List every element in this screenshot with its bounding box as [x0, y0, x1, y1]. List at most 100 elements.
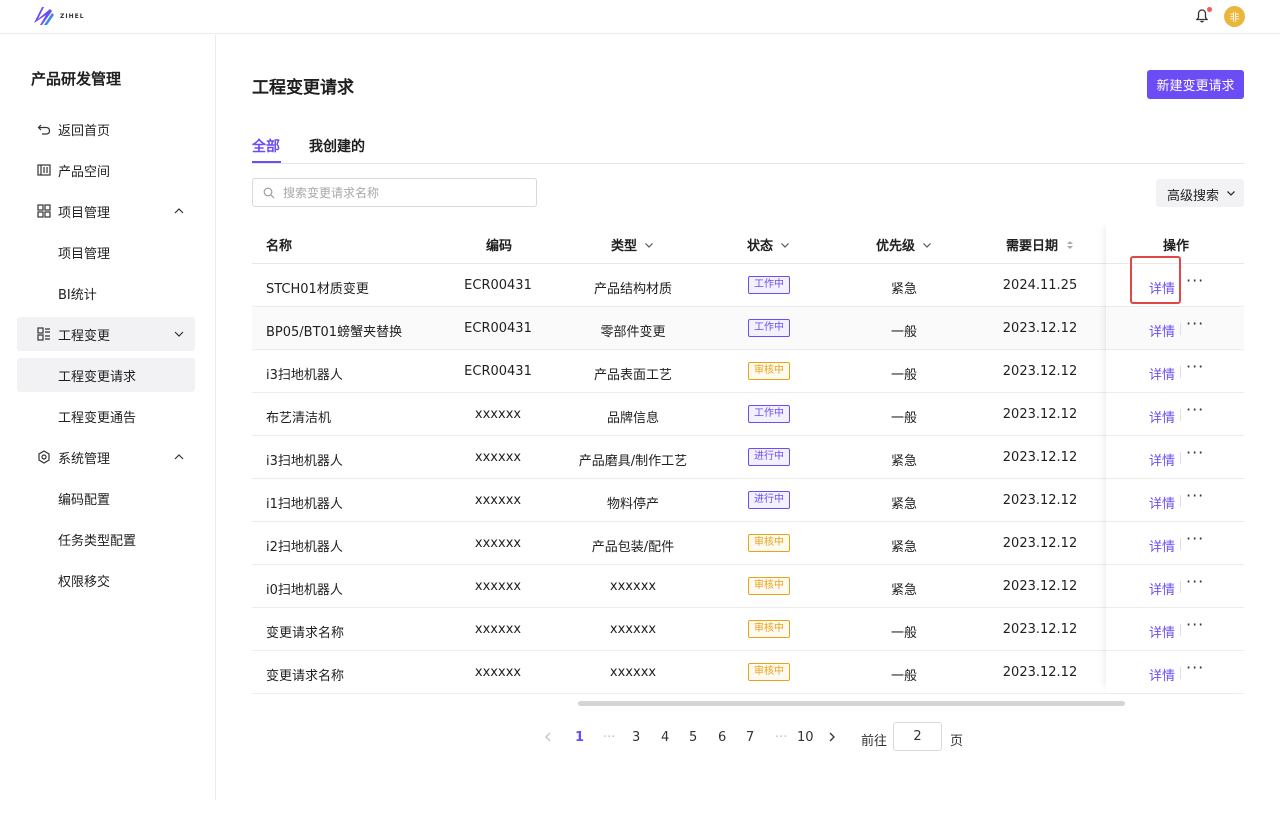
search-icon — [263, 187, 275, 199]
page-ellipsis[interactable]: ··· — [603, 730, 615, 745]
filter-chevron-icon[interactable] — [922, 240, 932, 250]
more-actions-icon[interactable]: ··· — [1186, 271, 1204, 290]
sidebar-item-home[interactable]: 返回首页 — [17, 112, 195, 146]
more-actions-icon[interactable]: ··· — [1186, 400, 1204, 419]
status-badge: 工作中 — [748, 405, 790, 423]
table-row[interactable]: STCH01材质变更 ECR00431 产品结构材质 工作中 紧急 2024.11.25 详… — [252, 264, 1244, 307]
detail-link[interactable]: 详情 — [1149, 364, 1175, 383]
table-row[interactable]: BP05/BT01螃蟹夹替换 ECR00431 零部件变更 工作中 一般 2023.12.… — [252, 307, 1244, 350]
cell-priority: 紧急 — [890, 540, 918, 555]
page-number[interactable]: 6 — [718, 730, 726, 745]
page-number[interactable]: 1 — [575, 730, 584, 745]
more-actions-icon[interactable]: ··· — [1186, 658, 1204, 677]
goto-label: 前往 — [861, 734, 888, 749]
detail-link[interactable]: 详情 — [1149, 579, 1175, 598]
cell-name: i0扫地机器人 — [266, 583, 343, 598]
column-header-label: 需要日期 — [1006, 239, 1059, 254]
sidebar-item-change-notice[interactable]: 工程变更通告 — [17, 399, 195, 433]
sidebar-item-code-config[interactable]: 编码配置 — [17, 481, 195, 515]
action-divider — [1180, 538, 1181, 550]
sidebar-item-label: 产品空间 — [58, 164, 111, 180]
column-header-due-date[interactable]: 需要日期 — [1006, 235, 1075, 254]
more-actions-icon[interactable]: ··· — [1186, 529, 1204, 548]
sidebar-item-change-request[interactable]: 工程变更请求 — [17, 358, 195, 392]
more-actions-icon[interactable]: ··· — [1186, 615, 1204, 634]
brand-logo[interactable]: ZIHEL — [30, 3, 85, 29]
cell-type: 产品结构材质 — [593, 282, 673, 297]
sidebar-item-task-type-config[interactable]: 任务类型配置 — [17, 522, 195, 556]
action-divider — [1180, 624, 1181, 636]
table-row[interactable]: i0扫地机器人 xxxxxx xxxxxx 审核中 紧急 2023.12.12 详情 ··· — [252, 565, 1244, 608]
horizontal-scrollbar[interactable] — [578, 701, 1125, 706]
tab-all[interactable]: 全部 — [252, 136, 280, 156]
page-number[interactable]: 4 — [661, 730, 669, 745]
cell-code: xxxxxx — [474, 622, 522, 637]
cell-priority: 紧急 — [890, 583, 918, 598]
table-row[interactable]: i1扫地机器人 xxxxxx 物料停产 进行中 紧急 2023.12.12 详情 ··· — [252, 479, 1244, 522]
status-badge: 进行中 — [748, 448, 790, 466]
cell-priority: 紧急 — [890, 282, 918, 297]
detail-link[interactable]: 详情 — [1149, 278, 1175, 297]
more-actions-icon[interactable]: ··· — [1186, 486, 1204, 505]
more-actions-icon[interactable]: ··· — [1186, 443, 1204, 462]
table-row[interactable]: i2扫地机器人 xxxxxx 产品包装/配件 审核中 紧急 2023.12.12 详情 ··· — [252, 522, 1244, 565]
table-row[interactable]: 变更请求名称 xxxxxx xxxxxx 审核中 一般 2023.12.12 详情 ··· — [252, 651, 1244, 694]
detail-link[interactable]: 详情 — [1149, 622, 1175, 641]
cell-name: STCH01材质变更 — [266, 282, 369, 297]
detail-link[interactable]: 详情 — [1149, 536, 1175, 555]
more-actions-icon[interactable]: ··· — [1186, 314, 1204, 333]
detail-link[interactable]: 详情 — [1149, 321, 1175, 340]
action-divider — [1180, 581, 1181, 593]
goto-page-input[interactable] — [893, 722, 942, 751]
filter-chevron-icon[interactable] — [780, 240, 790, 250]
more-actions-icon[interactable]: ··· — [1186, 572, 1204, 591]
table-row[interactable]: i3扫地机器人 ECR00431 产品表面工艺 审核中 一般 2023.12.12 详情 ··… — [252, 350, 1244, 393]
avatar[interactable]: 非 — [1224, 6, 1245, 27]
table-row[interactable]: 布艺清洁机 xxxxxx 品牌信息 工作中 一般 2023.12.12 详情 ··· — [252, 393, 1244, 436]
table-header: 名称 编码 类型 状态 优先级 需要日期 操作 — [252, 221, 1244, 264]
detail-link[interactable]: 详情 — [1149, 493, 1175, 512]
column-header-name: 名称 — [266, 235, 292, 254]
filter-chevron-icon[interactable] — [644, 240, 654, 250]
advanced-search-button[interactable]: 高级搜索 — [1156, 179, 1244, 207]
cell-due-date: 2023.12.12 — [1002, 622, 1078, 637]
table-row[interactable]: 变更请求名称 xxxxxx xxxxxx 审核中 一般 2023.12.12 详情 ··· — [252, 608, 1244, 651]
detail-link[interactable]: 详情 — [1149, 407, 1175, 426]
sidebar-item-system-management[interactable]: 系统管理 — [17, 440, 195, 474]
more-actions-icon[interactable]: ··· — [1186, 357, 1204, 376]
action-divider — [1180, 280, 1181, 292]
page-number[interactable]: 5 — [689, 730, 697, 745]
page-number[interactable]: 7 — [746, 730, 754, 745]
page-ellipsis[interactable]: ··· — [775, 730, 787, 745]
column-header-type[interactable]: 类型 — [611, 235, 654, 254]
column-header-label: 操作 — [1163, 239, 1190, 254]
sidebar-item-bi-stats[interactable]: BI统计 — [17, 276, 195, 310]
column-header-status[interactable]: 状态 — [747, 235, 790, 254]
cell-name: i1扫地机器人 — [266, 497, 343, 512]
search-input[interactable] — [283, 183, 528, 203]
sidebar-item-engineering-change[interactable]: 工程变更 — [17, 317, 195, 351]
sidebar-item-project-management-sub[interactable]: 项目管理 — [17, 235, 195, 269]
column-header-priority[interactable]: 优先级 — [876, 235, 932, 254]
detail-link[interactable]: 详情 — [1149, 665, 1175, 684]
sidebar-item-permission-transfer[interactable]: 权限移交 — [17, 563, 195, 597]
table-row[interactable]: i3扫地机器人 xxxxxx 产品磨具/制作工艺 进行中 紧急 2023.12.12 详情 ·… — [252, 436, 1244, 479]
sidebar-item-project-management[interactable]: 项目管理 — [17, 194, 195, 228]
new-change-request-button[interactable]: 新建变更请求 — [1147, 70, 1244, 99]
detail-link[interactable]: 详情 — [1149, 450, 1175, 469]
prev-page-icon[interactable] — [543, 732, 553, 742]
chevron-down-icon — [174, 331, 184, 337]
advanced-search-label: 高级搜索 — [1167, 189, 1220, 204]
sort-icon[interactable] — [1065, 240, 1075, 250]
page-number[interactable]: 10 — [797, 730, 814, 745]
action-divider — [1180, 323, 1181, 335]
sidebar-item-product-space[interactable]: 产品空间 — [17, 153, 195, 187]
next-page-icon[interactable] — [827, 732, 837, 742]
cell-name: BP05/BT01螃蟹夹替换 — [266, 325, 403, 340]
back-arrow-icon — [37, 124, 51, 135]
cell-due-date: 2023.12.12 — [1002, 536, 1078, 551]
page-number[interactable]: 3 — [632, 730, 640, 745]
tab-created-by-me[interactable]: 我创建的 — [309, 136, 365, 156]
search-box[interactable] — [252, 178, 537, 207]
cell-code: ECR00431 — [464, 364, 532, 379]
